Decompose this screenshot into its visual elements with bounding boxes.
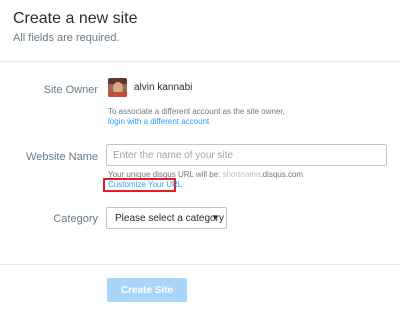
url-hint-sample: shortname (222, 170, 261, 179)
caret-down-icon: ▼ (211, 213, 219, 222)
url-hint-suffix: .disqus.com (260, 170, 304, 179)
owner-hint: To associate a different account as the … (108, 107, 285, 116)
customize-url-link[interactable]: Customize Your URL (108, 180, 182, 189)
website-name-label: Website Name (26, 151, 98, 163)
avatar (108, 78, 127, 97)
website-name-input[interactable] (106, 144, 387, 166)
divider (0, 264, 400, 265)
page-header: Create a new site All fields are require… (0, 0, 400, 62)
page-title: Create a new site (13, 10, 138, 27)
category-selected-value: Please select a category (115, 213, 224, 224)
category-select[interactable]: Please select a category ▼ (106, 207, 227, 229)
site-owner-label: Site Owner (43, 84, 98, 96)
category-label: Category (53, 213, 98, 225)
page-subtitle: All fields are required. (13, 32, 120, 44)
login-different-account-link[interactable]: login with a different account (108, 117, 209, 126)
owner-name: alvin kannabi (134, 82, 193, 93)
create-site-button[interactable]: Create Site (107, 278, 187, 302)
avatar-image (108, 78, 127, 97)
